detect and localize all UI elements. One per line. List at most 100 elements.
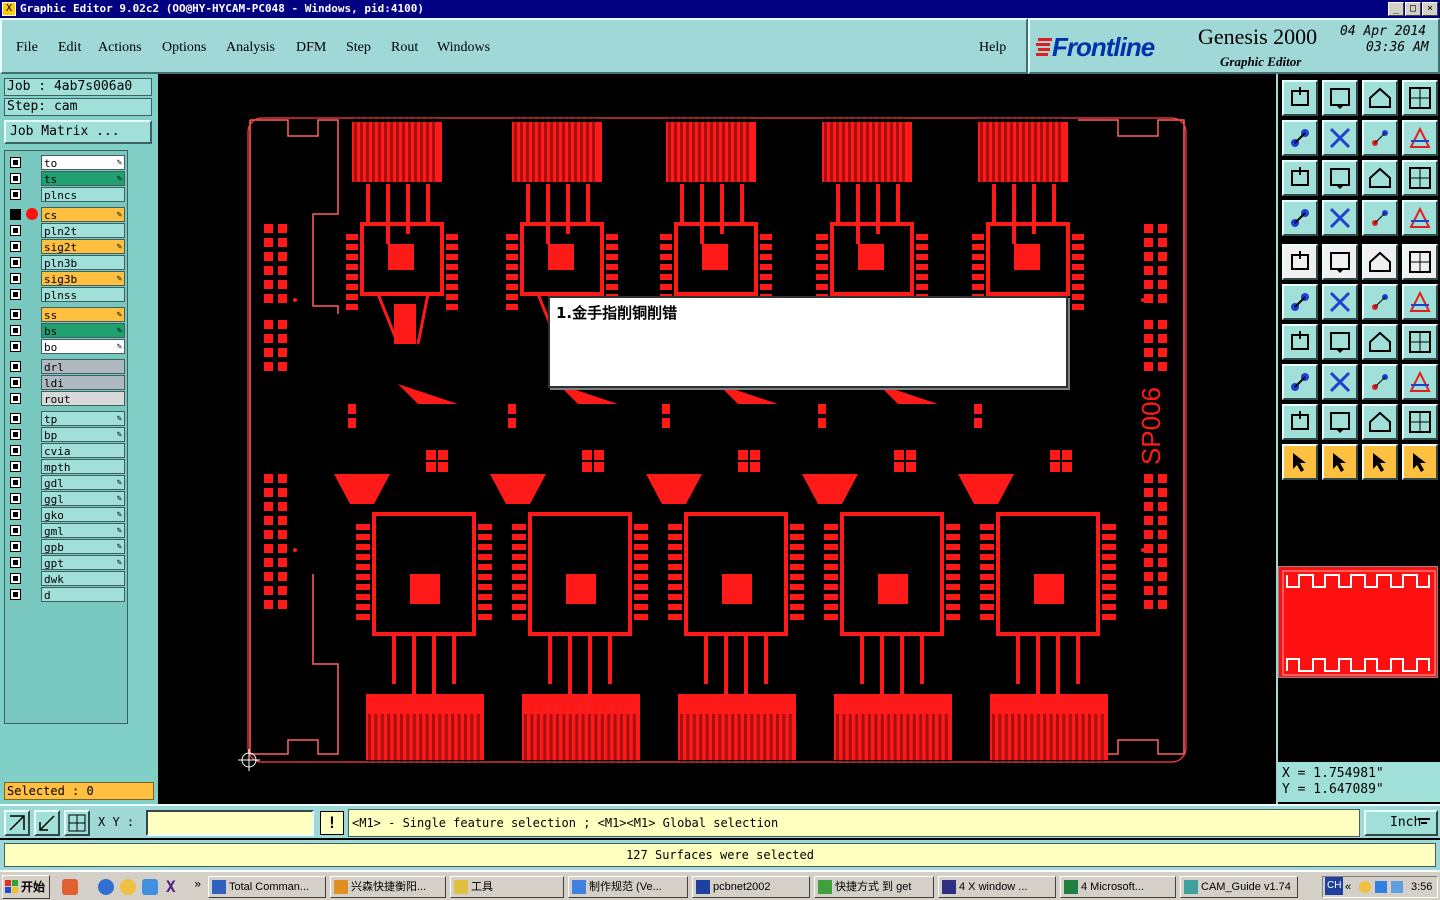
pointer-button[interactable] [1282, 444, 1318, 480]
close-button[interactable]: × [1422, 2, 1438, 16]
resize-button[interactable] [1282, 364, 1318, 400]
layer-row-plnss[interactable]: plnss [7, 287, 127, 302]
taskbar-task-1[interactable]: Total Comman... [208, 876, 326, 898]
layer-visibility-checkbox[interactable] [10, 445, 21, 456]
layer-name[interactable]: sig3b ✎ [41, 271, 125, 286]
xy-input[interactable] [146, 810, 314, 836]
pointer-move-button[interactable] [1362, 444, 1398, 480]
select-polygon-button[interactable] [1322, 244, 1358, 280]
layer-name[interactable]: gpb ✎ [41, 539, 125, 554]
taskbar-task-4[interactable]: 制作规范 (Ve... [568, 876, 688, 898]
settings-button[interactable] [1282, 200, 1318, 236]
layer-visibility-checkbox[interactable] [10, 429, 21, 440]
layer-name[interactable]: mpth [41, 459, 125, 474]
tray-volume-icon[interactable] [1391, 881, 1403, 893]
net-select-button[interactable] [1282, 284, 1318, 320]
tray-network-icon[interactable] [1375, 881, 1387, 893]
fit-all-button[interactable] [1282, 160, 1318, 196]
layer-visibility-checkbox[interactable] [10, 225, 21, 236]
layer-row-d[interactable]: d [7, 587, 127, 602]
layer-visibility-checkbox[interactable] [10, 209, 21, 220]
layer-visibility-checkbox[interactable] [10, 525, 21, 536]
start-button[interactable]: 开始 [2, 875, 50, 899]
taskbar-task-7[interactable]: 4 X window ... [938, 876, 1056, 898]
text-edit-button[interactable] [1402, 404, 1438, 440]
layer-row-gdl[interactable]: gdl ✎ [7, 475, 127, 490]
line-button[interactable] [1322, 324, 1358, 360]
pad-add-button[interactable] [1282, 404, 1318, 440]
layer-row-drl[interactable]: drl [7, 359, 127, 374]
layer-row-gml[interactable]: gml ✎ [7, 523, 127, 538]
x-app-icon[interactable]: X [166, 879, 182, 895]
help-button[interactable] [1402, 160, 1438, 196]
mirror-button[interactable] [1362, 120, 1398, 156]
angle-button[interactable] [1282, 324, 1318, 360]
layer-row-cvia[interactable]: cvia [7, 443, 127, 458]
layer-row-ts[interactable]: ts ✎ [7, 171, 127, 186]
layer-row-gpb[interactable]: gpb ✎ [7, 539, 127, 554]
menu-analysis[interactable]: Analysis [226, 40, 275, 56]
layer-name[interactable]: plnss [41, 287, 125, 302]
layer-name[interactable]: ggl ✎ [41, 491, 125, 506]
layer-name[interactable]: rout [41, 391, 125, 406]
warning-icon[interactable]: ! [320, 811, 344, 835]
window-split-button[interactable] [1402, 80, 1438, 116]
quicklaunch-chevron[interactable]: » [194, 877, 201, 891]
group-button[interactable] [1402, 364, 1438, 400]
layer-name[interactable]: cs ✎ [41, 207, 125, 222]
array-button[interactable] [1362, 364, 1398, 400]
layer-name[interactable]: drl [41, 359, 125, 374]
layer-visibility-checkbox[interactable] [10, 361, 21, 372]
layer-name[interactable]: d [41, 587, 125, 602]
maximize-button[interactable]: □ [1405, 2, 1421, 16]
layer-name[interactable]: to ✎ [41, 155, 125, 170]
layer-row-pln3b[interactable]: pln3b [7, 255, 127, 270]
graphic-canvas[interactable]: SP006 [158, 74, 1276, 804]
arc-add-button[interactable] [1322, 404, 1358, 440]
units-selector[interactable]: Inch [1364, 810, 1438, 836]
menu-actions[interactable]: Actions [98, 40, 142, 56]
grid-view-button[interactable] [1322, 200, 1358, 236]
zoom-fit-button[interactable] [4, 810, 30, 836]
layer-visibility-checkbox[interactable] [10, 257, 21, 268]
layer-row-dwk[interactable]: dwk [7, 571, 127, 586]
job-matrix-button[interactable]: Job Matrix ... [4, 120, 152, 144]
open-job-button[interactable] [1282, 80, 1318, 116]
minimap-view[interactable] [1278, 566, 1438, 678]
menu-edit[interactable]: Edit [58, 40, 81, 56]
layer-name[interactable]: gdl ✎ [41, 475, 125, 490]
zoom-in-left-button[interactable] [1282, 120, 1318, 156]
layer-name[interactable]: gml ✎ [41, 523, 125, 538]
menu-windows[interactable]: Windows [437, 40, 490, 56]
layer-name[interactable]: bs ✎ [41, 323, 125, 338]
layer-visibility-checkbox[interactable] [10, 173, 21, 184]
layer-visibility-checkbox[interactable] [10, 393, 21, 404]
layer-row-rout[interactable]: rout [7, 391, 127, 406]
layer-visibility-checkbox[interactable] [10, 341, 21, 352]
layer-row-cs[interactable]: cs ✎ [7, 207, 127, 222]
layer-merge-button[interactable] [1402, 200, 1438, 236]
layer-name[interactable]: ldi [41, 375, 125, 390]
menu-rout[interactable]: Rout [391, 40, 418, 56]
scale-1-2-button[interactable] [1362, 160, 1398, 196]
layer-row-plncs[interactable]: plncs [7, 187, 127, 202]
layer-row-sig3b[interactable]: sig3b ✎ [7, 271, 127, 286]
quicklaunch-icon-4[interactable] [142, 879, 158, 895]
layer-row-sig2t[interactable]: sig2t ✎ [7, 239, 127, 254]
layer-name[interactable]: bp ✎ [41, 427, 125, 442]
rotate-button[interactable] [1362, 324, 1398, 360]
minimize-button[interactable]: _ [1388, 2, 1404, 16]
layer-row-pln2t[interactable]: pln2t [7, 223, 127, 238]
zoom-in-right-button[interactable] [1322, 120, 1358, 156]
layer-row-bs[interactable]: bs ✎ [7, 323, 127, 338]
layer-visibility-checkbox[interactable] [10, 541, 21, 552]
taskbar-task-6[interactable]: 快捷方式 到 get [814, 876, 934, 898]
cross-select-button[interactable] [1322, 284, 1358, 320]
layer-name[interactable]: tp ✎ [41, 411, 125, 426]
layer-name[interactable]: ts ✎ [41, 171, 125, 186]
tray-clock-icon[interactable] [1359, 881, 1371, 893]
layer-name[interactable]: pln3b [41, 255, 125, 270]
layer-visibility-checkbox[interactable] [10, 325, 21, 336]
window-titlebar[interactable]: Graphic Editor 9.02c2 (OO@HY-HYCAM-PC048… [0, 0, 1440, 18]
taskbar-task-8[interactable]: 4 Microsoft... [1060, 876, 1176, 898]
